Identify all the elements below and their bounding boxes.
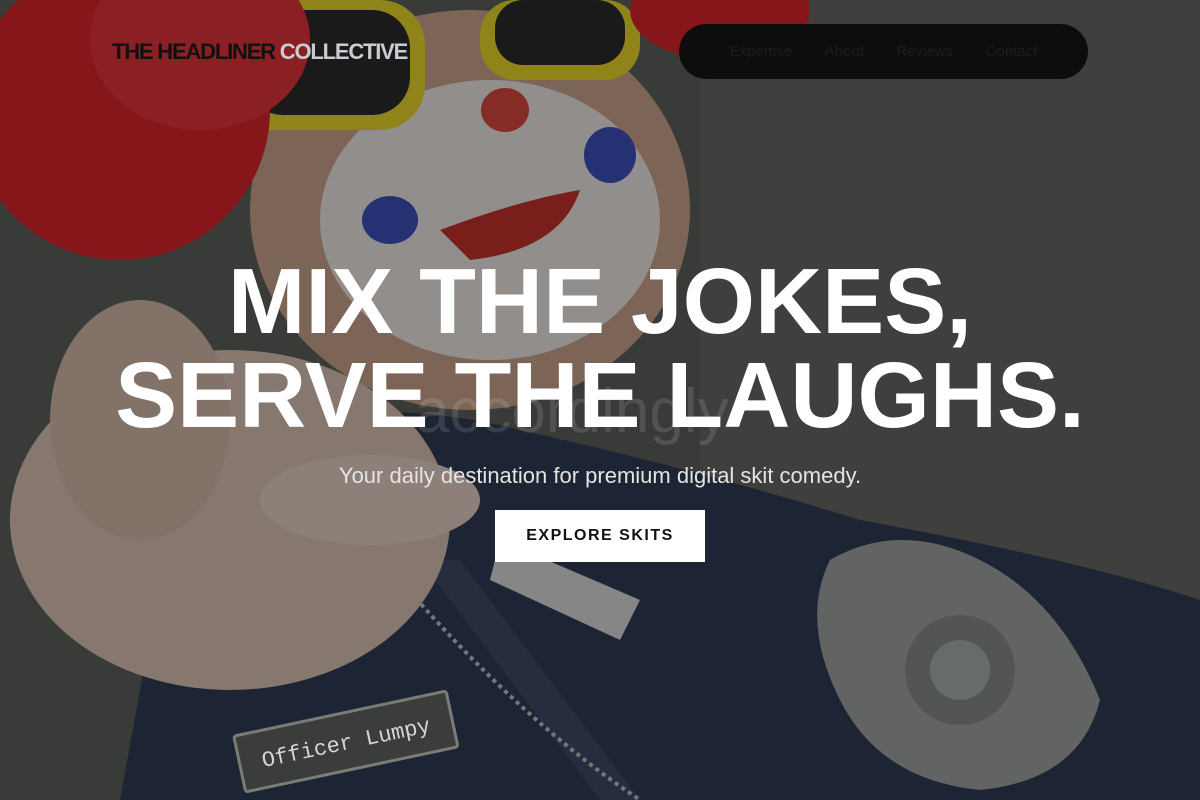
logo-part-1: THE HEADLINER (112, 39, 276, 64)
logo-part-2: COLLECTIVE (279, 39, 409, 64)
nav-item-expertise[interactable]: Expertise (730, 43, 793, 60)
nav-item-reviews[interactable]: Reviews (896, 43, 953, 60)
nav-item-contact[interactable]: Contact (986, 43, 1038, 60)
hero-headline: MIX THE JOKES, SERVE THE LAUGHS. (0, 254, 1200, 442)
headline-line-2: SERVE THE LAUGHS. (115, 343, 1085, 447)
nav-item-about[interactable]: About (825, 43, 864, 60)
hero-subtitle: Your daily destination for premium digit… (338, 463, 862, 488)
site-logo[interactable]: THE HEADLINER COLLECTIVE (112, 38, 409, 66)
headline-line-1: MIX THE JOKES, (227, 249, 973, 353)
explore-skits-button[interactable]: EXPLORE SKITS (495, 510, 705, 562)
hero-section: Officer Lumpy THE HEADLINER COLLECTIVE E… (0, 0, 1200, 800)
main-nav: Expertise About Reviews Contact (679, 24, 1088, 79)
